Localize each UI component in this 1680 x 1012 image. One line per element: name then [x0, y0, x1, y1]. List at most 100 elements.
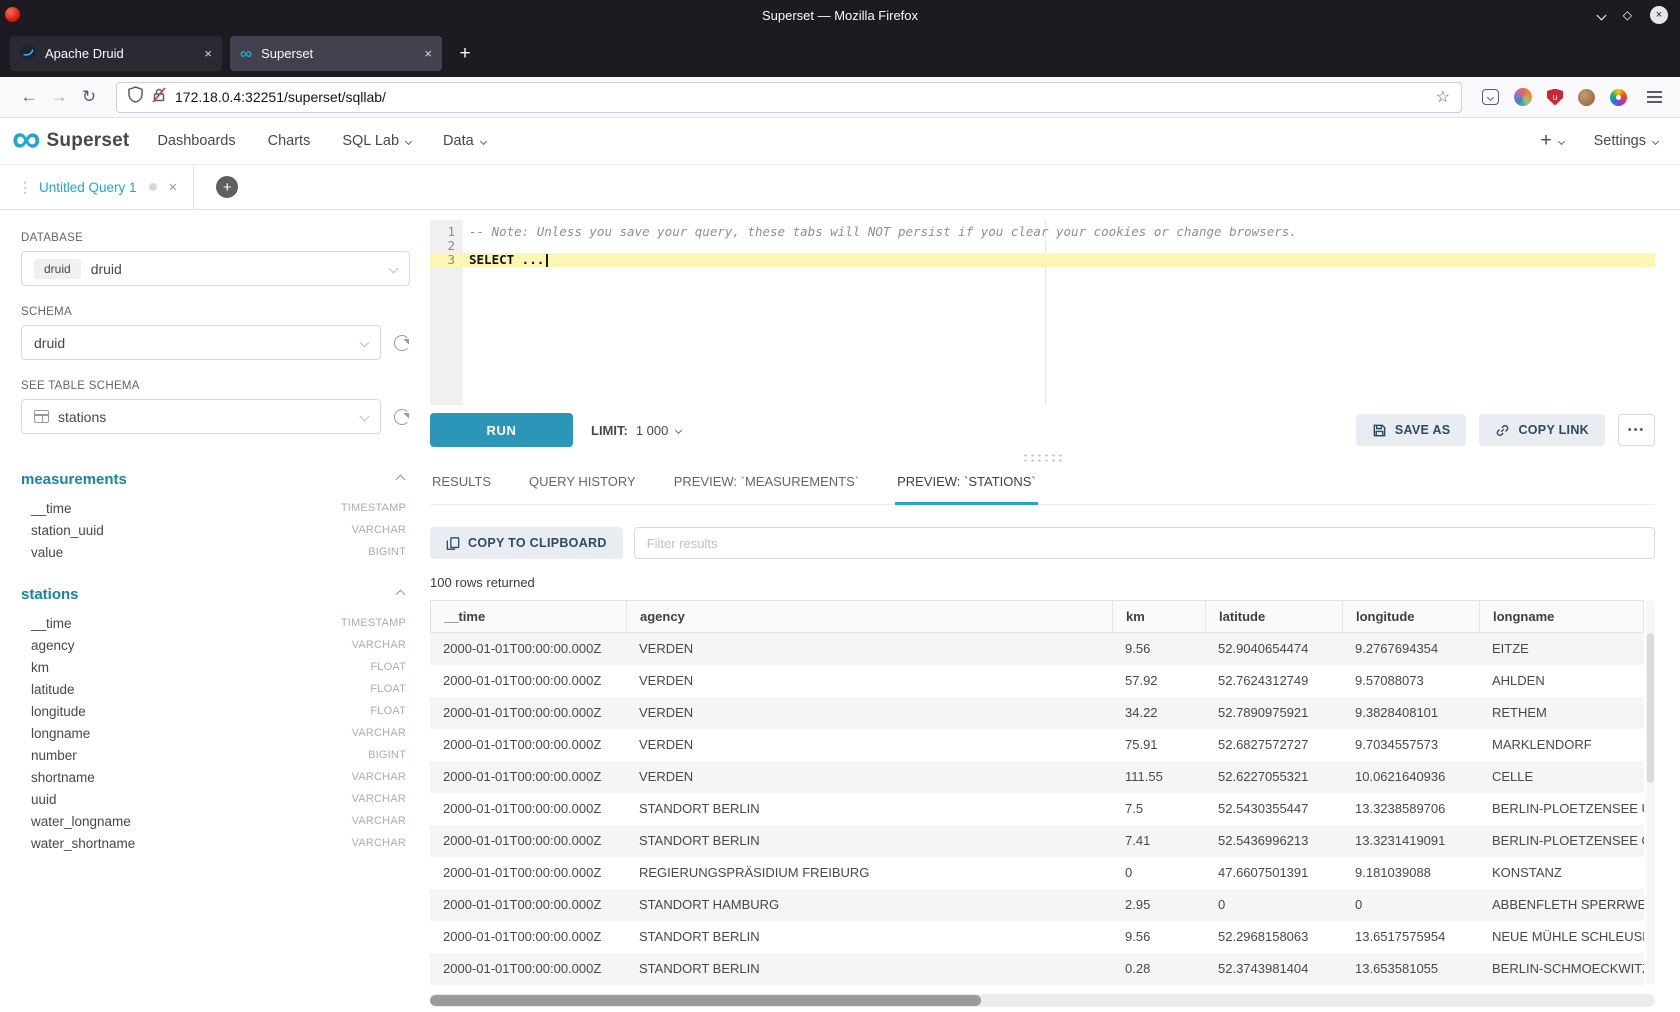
- column-header-latitude[interactable]: latitude: [1206, 601, 1343, 632]
- nav-dashboards[interactable]: Dashboards: [157, 133, 235, 149]
- line-number: 1: [430, 225, 463, 239]
- column-header-longitude[interactable]: longitude: [1343, 601, 1480, 632]
- new-query-tab-button[interactable]: +: [216, 176, 238, 198]
- chevron-down-icon: [675, 426, 682, 433]
- copy-to-clipboard-button[interactable]: COPY TO CLIPBOARD: [430, 527, 623, 559]
- browser-tab-superset[interactable]: ∞ Superset ×: [230, 36, 442, 71]
- editor-code-area[interactable]: -- Note: Unless you save your query, the…: [463, 220, 1655, 405]
- minimize-window-icon[interactable]: [1598, 12, 1605, 19]
- reload-button[interactable]: ↻: [74, 82, 104, 112]
- results-grid-wrap: __timeagencykmlatitudelongitudelongname 2…: [430, 600, 1655, 985]
- column-header-agency[interactable]: agency: [627, 601, 1113, 632]
- filter-results-input[interactable]: [634, 527, 1655, 559]
- bookmark-star-icon[interactable]: ☆: [1436, 87, 1450, 107]
- column-header-km[interactable]: km: [1113, 601, 1206, 632]
- nav-sql-lab[interactable]: SQL Lab: [342, 133, 411, 149]
- header-right: + Settings: [1540, 130, 1658, 152]
- restore-window-icon[interactable]: ◇: [1623, 9, 1632, 21]
- horizontal-scrollbar-thumb[interactable]: [430, 995, 981, 1006]
- chevron-up-icon: [396, 475, 406, 485]
- menu-icon[interactable]: [1642, 85, 1666, 109]
- superset-logo[interactable]: ∞ Superset: [12, 130, 129, 152]
- refresh-table-icon[interactable]: [394, 409, 410, 425]
- results-tab-preview-stations[interactable]: PREVIEW: `STATIONS`: [895, 466, 1038, 505]
- tab-close-icon[interactable]: ×: [424, 46, 432, 61]
- schema-column-row: water_longnameVARCHAR: [21, 810, 410, 832]
- run-button[interactable]: RUN: [430, 413, 573, 447]
- nav-charts[interactable]: Charts: [268, 133, 311, 149]
- tab-separator: [193, 165, 194, 209]
- schema-column-row: longnameVARCHAR: [21, 722, 410, 744]
- sql-editor[interactable]: 1 2 3 -- Note: Unless you save your quer…: [430, 220, 1655, 405]
- more-options-button[interactable]: •••: [1618, 414, 1655, 446]
- table-cell: VERDEN: [626, 761, 1112, 793]
- add-new-button[interactable]: +: [1540, 130, 1563, 152]
- settings-menu[interactable]: Settings: [1594, 133, 1658, 149]
- schema-label: SCHEMA: [21, 306, 410, 318]
- query-tab-untitled-query-1[interactable]: ⋮ Untitled Query 1 ×: [18, 165, 177, 209]
- browser-tab-apache-druid[interactable]: Apache Druid ×: [10, 36, 222, 71]
- pane-splitter[interactable]: [430, 448, 1655, 466]
- limit-label: LIMIT:: [591, 423, 628, 438]
- table-cell: BERLIN-PLOETZENSEE OP: [1479, 825, 1644, 857]
- schema-column-row: numberBIGINT: [21, 744, 410, 766]
- table-row: 2000-01-01T00:00:00.000ZVERDEN75.9152.68…: [430, 729, 1644, 761]
- tab-close-icon[interactable]: ×: [204, 46, 212, 61]
- table-cell: 0: [1112, 857, 1205, 889]
- results-tab-results[interactable]: RESULTS: [430, 466, 493, 504]
- table-select[interactable]: stations: [21, 399, 381, 434]
- table-cell: 75.91: [1112, 729, 1205, 761]
- schema-select[interactable]: druid: [21, 325, 381, 360]
- column-type: FLOAT: [370, 705, 406, 717]
- pocket-icon[interactable]: [1482, 89, 1499, 105]
- table-row: 2000-01-01T00:00:00.000ZSTANDORT HAMBURG…: [430, 889, 1644, 921]
- url-bar[interactable]: 172.18.0.4:32251/superset/sqllab/ ☆: [116, 82, 1462, 113]
- column-header-longname[interactable]: longname: [1480, 601, 1643, 632]
- extension-icon[interactable]: [1578, 89, 1595, 106]
- ublock-icon[interactable]: u: [1547, 89, 1563, 106]
- editor-gutter: 1 2 3: [430, 220, 463, 405]
- copy-link-button[interactable]: COPY LINK: [1479, 414, 1605, 446]
- back-button[interactable]: ←: [14, 82, 44, 112]
- results-tab-query-history[interactable]: QUERY HISTORY: [527, 466, 638, 504]
- close-window-icon[interactable]: ×: [1650, 6, 1668, 24]
- table-section-header-measurements[interactable]: measurements: [21, 464, 410, 497]
- new-tab-button[interactable]: +: [450, 39, 480, 69]
- shield-icon[interactable]: [128, 86, 143, 108]
- database-select[interactable]: druid druid: [21, 251, 410, 286]
- table-cell: STANDORT HAMBURG: [626, 889, 1112, 921]
- table-cell: ABBENFLETH SPERRWERK: [1479, 889, 1644, 921]
- column-type: BIGINT: [368, 546, 406, 558]
- column-name: longname: [31, 726, 90, 741]
- chevron-up-icon: [396, 590, 406, 600]
- close-query-tab-icon[interactable]: ×: [169, 179, 178, 196]
- window-titlebar: Superset — Mozilla Firefox ◇ ×: [0, 0, 1680, 30]
- refresh-schema-icon[interactable]: [394, 335, 410, 351]
- results-tab-preview-measurements[interactable]: PREVIEW: `MEASUREMENTS`: [672, 466, 861, 504]
- sql-lab-main: 1 2 3 -- Note: Unless you save your quer…: [418, 210, 1680, 1012]
- sql-code: SELECT ...: [469, 252, 544, 267]
- table-cell: 13.3238589706: [1342, 793, 1479, 825]
- schema-sections: measurements__timeTIMESTAMPstation_uuidV…: [21, 464, 410, 854]
- forward-button[interactable]: →: [44, 82, 74, 112]
- account-icon[interactable]: [1514, 88, 1532, 106]
- column-header-time[interactable]: __time: [431, 601, 627, 632]
- limit-dropdown[interactable]: LIMIT: 1 000: [591, 423, 681, 438]
- column-name: station_uuid: [31, 523, 104, 538]
- url-text[interactable]: 172.18.0.4:32251/superset/sqllab/: [175, 89, 1427, 105]
- extension-pinwheel-icon[interactable]: [1610, 89, 1627, 106]
- column-type: FLOAT: [370, 661, 406, 673]
- table-cell: 2.95: [1112, 889, 1205, 921]
- vertical-scrollbar-thumb[interactable]: [1647, 633, 1654, 783]
- horizontal-scrollbar[interactable]: [430, 994, 1655, 1007]
- insecure-lock-icon[interactable]: [152, 87, 166, 108]
- schema-column-row: longitudeFLOAT: [21, 700, 410, 722]
- column-name: value: [31, 545, 63, 560]
- table-section-header-stations[interactable]: stations: [21, 579, 410, 612]
- table-cell: 2000-01-01T00:00:00.000Z: [430, 889, 626, 921]
- vertical-scrollbar[interactable]: [1646, 600, 1655, 985]
- column-name: latitude: [31, 682, 75, 697]
- nav-data[interactable]: Data: [443, 133, 486, 149]
- chevron-down-icon: [1652, 137, 1659, 144]
- save-as-button[interactable]: SAVE AS: [1356, 414, 1467, 446]
